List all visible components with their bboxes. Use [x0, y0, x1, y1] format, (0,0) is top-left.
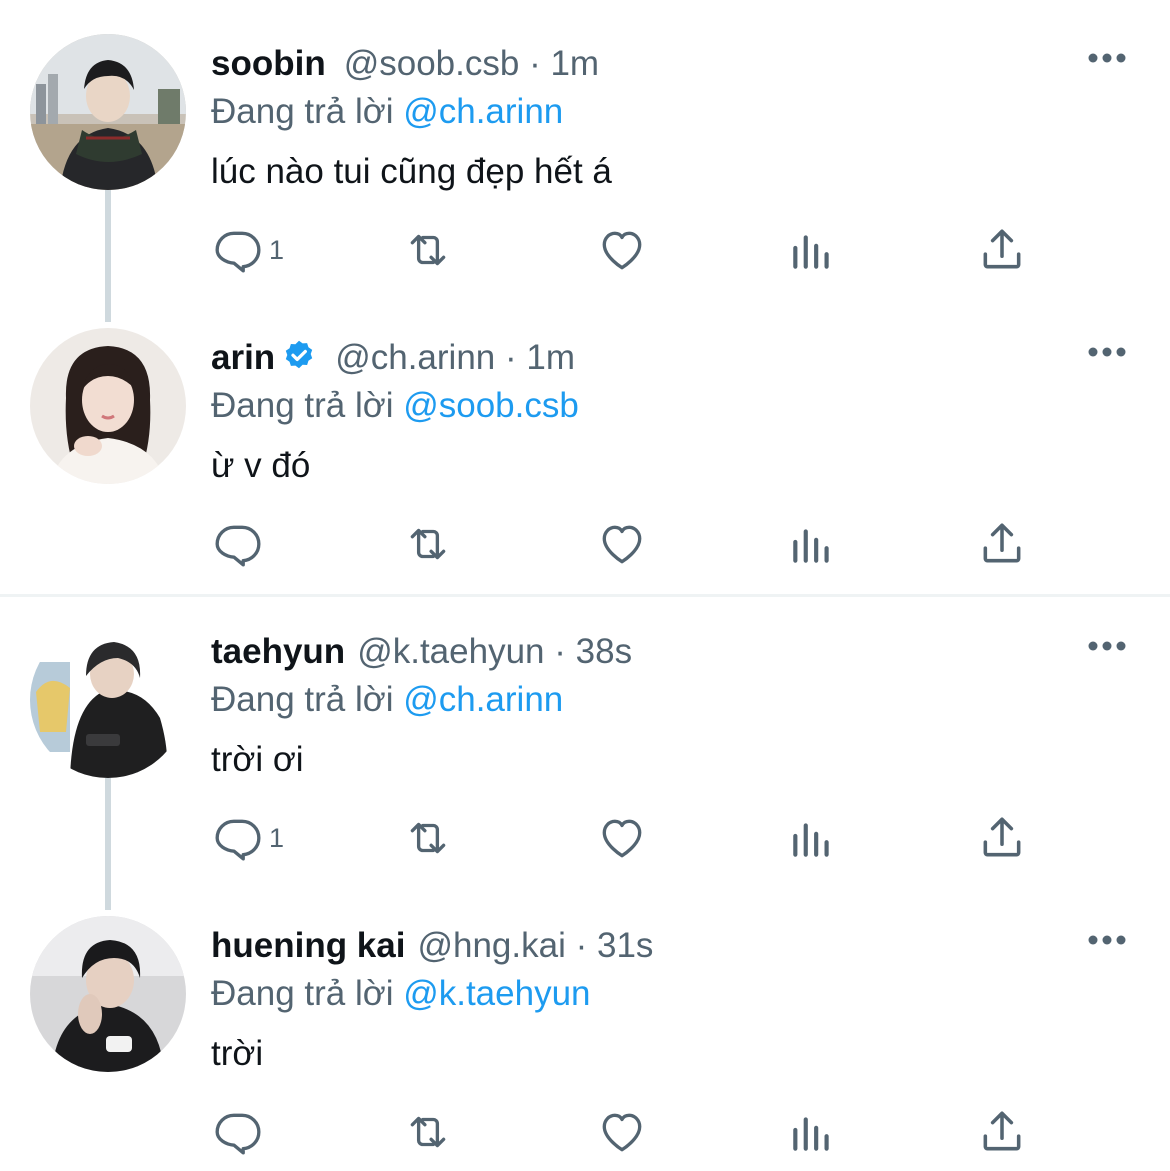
more-options-icon[interactable]	[1087, 48, 1127, 68]
verified-badge-icon	[286, 340, 313, 369]
reply-button[interactable]	[213, 516, 269, 572]
share-icon	[983, 817, 1021, 857]
reply-button[interactable]: 1	[213, 222, 284, 278]
separator-dot: ·	[529, 44, 541, 83]
display-name[interactable]: soobin	[211, 44, 326, 83]
tweet-actions: 1	[211, 810, 1111, 866]
mention-link[interactable]: @ch.arinn	[403, 680, 563, 719]
replying-label: Đang trả lời	[211, 92, 394, 131]
replying-to: Đang trả lời @soob.csb	[211, 384, 579, 428]
more-options-icon[interactable]	[1087, 342, 1127, 362]
reply-icon	[215, 525, 261, 567]
conversation-divider	[0, 594, 1170, 597]
retweet-button[interactable]	[403, 810, 453, 866]
retweet-icon	[410, 528, 446, 560]
mention-link[interactable]: @soob.csb	[403, 386, 579, 425]
analytics-button[interactable]	[787, 222, 837, 278]
replying-label: Đang trả lời	[211, 386, 394, 425]
separator-dot: ·	[554, 632, 566, 671]
like-icon	[602, 819, 642, 858]
user-handle[interactable]: @hng.kai	[417, 926, 565, 965]
reply-icon	[215, 231, 261, 273]
display-name[interactable]: arin	[211, 338, 275, 377]
tweet-header: taehyun @k.taehyun · 38s	[211, 630, 632, 674]
user-handle[interactable]: @k.taehyun	[357, 632, 544, 671]
tweet-header: arin @ch.arinn · 1m	[211, 336, 575, 380]
mention-link[interactable]: @k.taehyun	[403, 974, 590, 1013]
avatar[interactable]	[30, 34, 186, 190]
retweet-icon	[410, 234, 446, 266]
more-options-icon[interactable]	[1087, 636, 1127, 656]
like-icon	[602, 231, 642, 270]
separator-dot: ·	[504, 338, 517, 377]
reply-icon	[215, 1113, 261, 1155]
more-options-icon[interactable]	[1087, 930, 1127, 950]
share-button[interactable]	[977, 1104, 1027, 1160]
tweet-actions: 1	[211, 222, 1111, 278]
tweet-text: trời ơi	[211, 740, 304, 779]
separator-dot: ·	[575, 926, 588, 965]
analytics-button[interactable]	[787, 516, 837, 572]
analytics-icon	[793, 235, 829, 269]
replying-label: Đang trả lời	[211, 680, 394, 719]
share-button[interactable]	[977, 222, 1027, 278]
avatar[interactable]	[30, 622, 186, 778]
share-icon	[983, 229, 1021, 269]
analytics-icon	[793, 1117, 829, 1151]
tweet-text: trời	[211, 1034, 264, 1073]
like-icon	[602, 1113, 642, 1152]
like-button[interactable]	[597, 1104, 647, 1160]
display-name[interactable]: huening kai	[211, 926, 405, 965]
replying-to: Đang trả lời @k.taehyun	[211, 972, 591, 1016]
tweet-text: ừ v đó	[211, 446, 311, 485]
share-icon	[983, 523, 1021, 563]
retweet-button[interactable]	[403, 1104, 453, 1160]
reply-button[interactable]	[213, 1104, 269, 1160]
retweet-button[interactable]	[403, 222, 453, 278]
tweet-header: huening kai @hng.kai · 31s	[211, 924, 653, 968]
timestamp[interactable]: 38s	[576, 632, 632, 671]
tweet[interactable]: arin @ch.arinn · 1m Đang trả lời @soob.cs…	[0, 328, 1170, 578]
retweet-icon	[410, 1116, 446, 1148]
like-button[interactable]	[597, 810, 647, 866]
replying-to: Đang trả lời @ch.arinn	[211, 90, 563, 134]
share-button[interactable]	[977, 810, 1027, 866]
analytics-icon	[793, 823, 829, 857]
analytics-button[interactable]	[787, 1104, 837, 1160]
timestamp[interactable]: 31s	[597, 926, 653, 965]
tweet-actions	[211, 1104, 1111, 1160]
display-name[interactable]: taehyun	[211, 632, 345, 671]
tweet[interactable]: huening kai @hng.kai · 31s Đang trả lời @…	[0, 916, 1170, 1166]
replying-to: Đang trả lời @ch.arinn	[211, 678, 563, 722]
analytics-icon	[793, 529, 829, 563]
analytics-button[interactable]	[787, 810, 837, 866]
reply-icon	[215, 819, 261, 861]
mention-link[interactable]: @ch.arinn	[403, 92, 563, 131]
share-icon	[983, 1111, 1021, 1151]
tweet-actions	[211, 516, 1111, 572]
reply-count: 1	[269, 234, 285, 265]
tweet[interactable]: taehyun @k.taehyun · 38s Đang trả lời @ch…	[0, 622, 1170, 872]
user-handle[interactable]: @ch.arinn	[335, 338, 495, 377]
reply-button[interactable]: 1	[213, 810, 284, 866]
tweet[interactable]: soobin @soob.csb · 1m Đang trả lời @ch.ar…	[0, 34, 1170, 284]
like-icon	[602, 525, 642, 564]
avatar[interactable]	[30, 328, 186, 484]
tweet-header: soobin @soob.csb · 1m	[211, 42, 599, 86]
user-handle[interactable]: @soob.csb	[344, 44, 520, 83]
retweet-icon	[410, 822, 446, 854]
tweet-text: lúc nào tui cũng đẹp hết á	[211, 152, 612, 191]
like-button[interactable]	[597, 222, 647, 278]
share-button[interactable]	[977, 516, 1027, 572]
avatar[interactable]	[30, 916, 186, 1072]
retweet-button[interactable]	[403, 516, 453, 572]
like-button[interactable]	[597, 516, 647, 572]
timestamp[interactable]: 1m	[526, 338, 575, 377]
timestamp[interactable]: 1m	[550, 44, 599, 83]
replying-label: Đang trả lời	[211, 974, 394, 1013]
reply-count: 1	[269, 822, 285, 853]
